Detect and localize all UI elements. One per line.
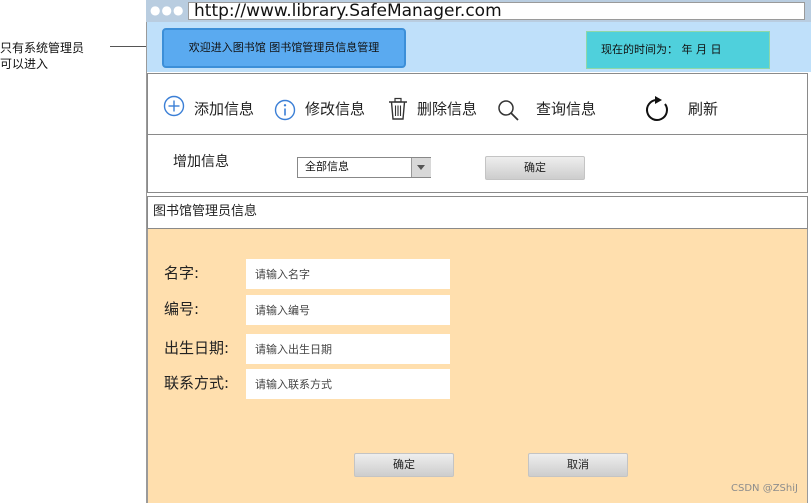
name-label: 名字: xyxy=(164,264,200,282)
chevron-down-icon[interactable] xyxy=(411,158,431,177)
add-icon[interactable] xyxy=(163,95,185,117)
name-input[interactable] xyxy=(246,259,450,289)
address-bar-url: http://www.library.SafeManager.com xyxy=(194,1,502,21)
annotation-connector xyxy=(110,46,148,47)
id-label: 编号: xyxy=(164,300,200,318)
edit-info-button[interactable]: 修改信息 xyxy=(305,98,365,120)
section-title: 图书馆管理员信息 xyxy=(153,204,258,219)
search-info-button[interactable]: 查询信息 xyxy=(536,98,596,120)
welcome-banner: 欢迎进入图书馆 图书馆管理员信息管理 xyxy=(162,28,406,68)
refresh-icon[interactable] xyxy=(643,95,673,125)
add-info-button[interactable]: 添加信息 xyxy=(194,98,254,120)
contact-label: 联系方式: xyxy=(164,374,230,392)
refresh-button[interactable]: 刷新 xyxy=(688,98,718,120)
info-icon[interactable] xyxy=(274,99,296,121)
search-icon[interactable] xyxy=(497,99,521,123)
annotation-line-1: 只有系统管理员 xyxy=(0,41,85,55)
filter-confirm-button[interactable]: 确定 xyxy=(485,156,585,180)
trash-icon[interactable] xyxy=(387,97,409,121)
watermark: CSDN @ZShiJ xyxy=(731,483,798,494)
birth-date-label: 出生日期: xyxy=(164,339,230,357)
annotation-line-2: 可以进入 xyxy=(0,57,49,71)
form-confirm-button[interactable]: 确定 xyxy=(354,453,454,477)
contact-input[interactable] xyxy=(246,369,450,399)
id-input[interactable] xyxy=(246,295,450,325)
add-info-label: 增加信息 xyxy=(173,154,229,170)
current-time-box: 现在的时间为： 年 月 日 xyxy=(586,31,770,69)
birth-date-input[interactable] xyxy=(246,334,450,364)
filter-row xyxy=(147,135,808,193)
current-time-text: 现在的时间为： 年 月 日 xyxy=(601,43,722,56)
delete-info-button[interactable]: 删除信息 xyxy=(417,98,477,120)
form-cancel-button[interactable]: 取消 xyxy=(528,453,628,477)
welcome-text: 欢迎进入图书馆 图书馆管理员信息管理 xyxy=(188,41,380,54)
info-type-select-value: 全部信息 xyxy=(305,160,349,173)
window-dots-icon: ●●● xyxy=(150,3,185,17)
annotation-note: 只有系统管理员 可以进入 xyxy=(0,40,110,72)
